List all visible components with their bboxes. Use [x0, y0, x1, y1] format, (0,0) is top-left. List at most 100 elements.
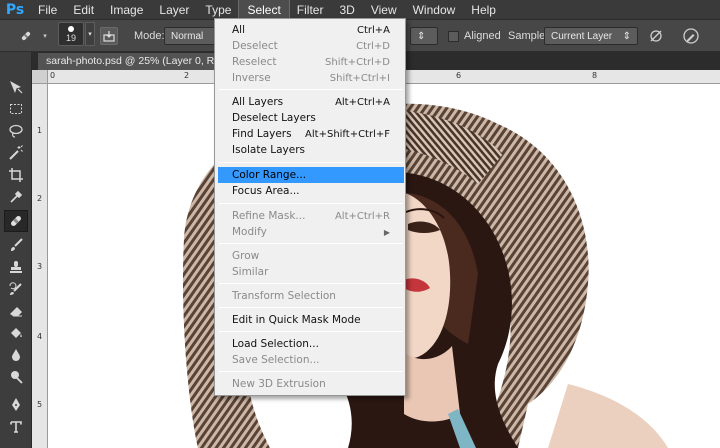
move-tool-icon[interactable] [4, 76, 28, 98]
menu-item-all[interactable]: All Ctrl+A [218, 22, 404, 38]
menu-item-isolate-layers[interactable]: Isolate Layers [218, 142, 404, 158]
mode-label: Mode: [134, 30, 165, 42]
menu-item-label: Edit in Quick Mask Mode [232, 314, 361, 326]
menu-item-label: Find Layers [232, 128, 292, 140]
menu-3d[interactable]: 3D [331, 0, 362, 20]
ignore-adjustment-layers-button[interactable] [648, 26, 664, 46]
mode-value: Normal [171, 30, 204, 42]
ruler-left-label: 1 [37, 126, 43, 135]
menu-window[interactable]: Window [405, 0, 464, 20]
menu-item-inverse[interactable]: Inverse Shift+Ctrl+I [218, 70, 404, 86]
magic-wand-tool-icon[interactable] [4, 142, 28, 164]
menu-item-grow[interactable]: Grow [218, 248, 404, 264]
menu-edit[interactable]: Edit [65, 0, 102, 20]
menu-item-label: New 3D Extrusion [232, 378, 326, 390]
menu-item-new-3d-extrusion[interactable]: New 3D Extrusion [218, 376, 404, 392]
menu-help[interactable]: Help [463, 0, 504, 20]
menu-item-modify[interactable]: Modify ▶ [218, 224, 404, 240]
brush-preview: 19 [58, 22, 84, 46]
clone-source-button[interactable] [100, 26, 118, 46]
menu-item-shortcut: Alt+Ctrl+R [334, 210, 390, 222]
history-brush-tool-icon[interactable] [4, 278, 28, 300]
sample-select[interactable]: Current Layer ⇕ [544, 26, 638, 46]
pressure-pen-icon [683, 28, 699, 44]
menu-select[interactable]: Select [238, 0, 290, 21]
sample-label: Sample: [508, 30, 549, 42]
menu-item-shortcut: Alt+Shift+Ctrl+F [305, 128, 390, 140]
menu-view[interactable]: View [363, 0, 405, 20]
marquee-tool-icon[interactable] [4, 98, 28, 120]
clone-source-icon [100, 27, 118, 45]
chevron-updown-icon: ⇕ [622, 30, 631, 42]
blur-tool-icon[interactable] [4, 344, 28, 366]
chevron-down-icon: ▾ [43, 33, 47, 40]
menu-item-label: All [232, 24, 246, 36]
chevron-updown-icon: ⇕ [417, 30, 426, 42]
pen-tool-icon[interactable] [4, 394, 28, 416]
menu-separator [219, 203, 403, 204]
menu-item-shortcut: Ctrl+A [356, 24, 390, 36]
menu-item-color-range[interactable]: Color Range... [218, 167, 404, 183]
lasso-tool-icon[interactable] [4, 120, 28, 142]
ignore-adjustment-icon [650, 30, 662, 42]
brush-tool-icon[interactable] [4, 234, 28, 256]
brush-tip-icon [68, 25, 74, 32]
menu-type[interactable]: Type [197, 0, 239, 20]
menu-item-label: Reselect [232, 56, 277, 68]
eyedropper-tool-icon[interactable] [4, 186, 28, 208]
paint-bucket-tool-icon[interactable] [4, 322, 28, 344]
menu-separator [219, 89, 403, 90]
menu-item-reselect[interactable]: Reselect Shift+Ctrl+D [218, 54, 404, 70]
aligned-checkbox-box [448, 30, 459, 42]
menu-item-label: Save Selection... [232, 354, 320, 366]
healing-brush-icon [14, 26, 38, 46]
menu-item-label: Similar [232, 266, 269, 278]
menu-item-load-selection[interactable]: Load Selection... [218, 336, 404, 352]
menu-item-label: Refine Mask... [232, 210, 306, 222]
menu-file[interactable]: File [30, 0, 65, 20]
aligned-label: Aligned [464, 30, 501, 42]
brush-size: 19 [65, 32, 76, 43]
menu-item-label: Isolate Layers [232, 144, 306, 156]
menu-item-label: Grow [232, 250, 260, 262]
menu-item-shortcut: Ctrl+D [356, 40, 390, 52]
menu-item-shortcut: Shift+Ctrl+I [329, 72, 390, 84]
menu-item-refine-mask[interactable]: Refine Mask... Alt+Ctrl+R [218, 208, 404, 224]
menu-item-transform-selection[interactable]: Transform Selection [218, 288, 404, 304]
brush-picker[interactable]: 19 ▾ [58, 22, 95, 46]
menu-separator [219, 243, 403, 244]
menu-item-similar[interactable]: Similar [218, 264, 404, 280]
menu-item-deselect-layers[interactable]: Deselect Layers [218, 110, 404, 126]
menu-bar: Ps File Edit Image Layer Type Select Fil… [0, 0, 720, 21]
menu-image[interactable]: Image [102, 0, 151, 20]
ruler-left-label: 5 [37, 400, 43, 409]
crop-tool-icon[interactable] [4, 164, 28, 186]
dodge-tool-icon[interactable] [4, 366, 28, 388]
menu-item-all-layers[interactable]: All Layers Alt+Ctrl+A [218, 94, 404, 110]
menu-item-save-selection[interactable]: Save Selection... [218, 352, 404, 368]
menu-item-label: Load Selection... [232, 338, 319, 350]
eraser-tool-icon[interactable] [4, 300, 28, 322]
document-tab[interactable]: sarah-photo.psd @ 25% (Layer 0, RGB/8) [38, 53, 228, 70]
menu-separator [219, 162, 403, 163]
menu-filter[interactable]: Filter [289, 0, 332, 20]
menu-item-deselect[interactable]: Deselect Ctrl+D [218, 38, 404, 54]
menu-item-label: All Layers [232, 96, 284, 108]
menu-separator [219, 331, 403, 332]
menu-layer[interactable]: Layer [151, 0, 197, 20]
menu-item-quick-mask[interactable]: Edit in Quick Mask Mode [218, 312, 404, 328]
menu-item-find-layers[interactable]: Find Layers Alt+Shift+Ctrl+F [218, 126, 404, 142]
aligned-checkbox[interactable]: Aligned [448, 26, 501, 46]
healing-brush-tool-icon[interactable] [4, 210, 28, 232]
ruler-left-label: 4 [37, 332, 43, 341]
pressure-size-button[interactable] [682, 26, 700, 46]
clone-stamp-tool-icon[interactable] [4, 256, 28, 278]
menu-item-focus-area[interactable]: Focus Area... [218, 183, 404, 199]
type-tool-icon[interactable] [4, 416, 28, 438]
ruler-origin[interactable] [32, 70, 48, 84]
source-field[interactable]: ⇕ [410, 26, 438, 46]
ruler-top-label: 6 [456, 71, 462, 80]
menu-item-label: Focus Area... [232, 185, 300, 197]
tool-preset-picker[interactable]: ▾ [14, 26, 50, 46]
menu-item-shortcut: Shift+Ctrl+D [325, 56, 390, 68]
